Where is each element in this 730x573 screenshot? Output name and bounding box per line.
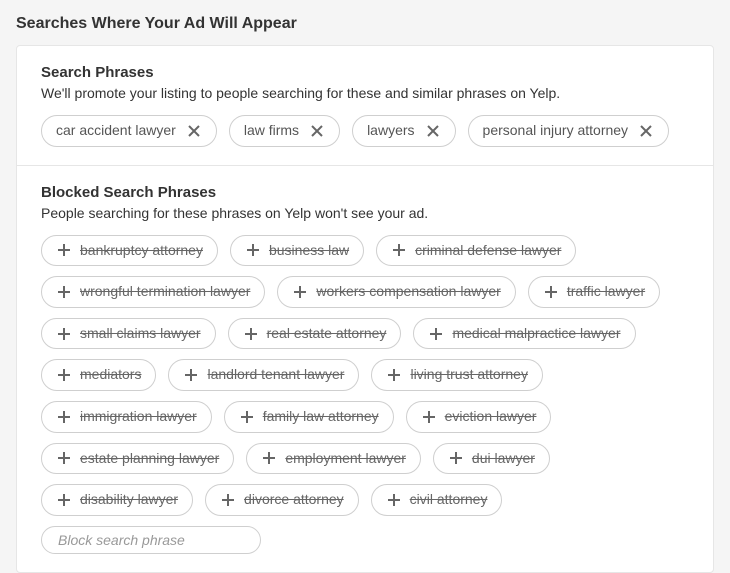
blocked-phrase-label: eviction lawyer [445,407,537,427]
blocked-phrase-label: living trust attorney [410,365,528,385]
blocked-phrase-label: landlord tenant lawyer [207,365,344,385]
blocked-phrase-label: dui lawyer [472,449,535,469]
blocked-phrases-chips: bankruptcy attorney business law criminal … [41,235,689,554]
plus-icon[interactable] [428,326,444,342]
search-phrases-chips: car accident lawyer law firms lawyers perso… [41,115,689,147]
search-phrase-chip[interactable]: car accident lawyer [41,115,217,147]
blocked-phrase-chip[interactable]: medical malpractice lawyer [413,318,635,350]
plus-icon[interactable] [292,284,308,300]
blocked-phrase-label: divorce attorney [244,490,344,510]
search-phrases-section: Search Phrases We'll promote your listin… [17,46,713,165]
blocked-phrase-chip[interactable]: business law [230,235,364,267]
blocked-phrase-label: immigration lawyer [80,407,197,427]
ad-search-card: Search Phrases We'll promote your listin… [16,45,714,573]
blocked-phrase-chip[interactable]: landlord tenant lawyer [168,359,359,391]
blocked-phrase-label: employment lawyer [285,449,406,469]
search-phrases-desc: We'll promote your listing to people sea… [41,85,689,101]
blocked-phrase-label: medical malpractice lawyer [452,324,620,344]
plus-icon[interactable] [386,492,402,508]
blocked-phrase-chip[interactable]: bankruptcy attorney [41,235,218,267]
plus-icon[interactable] [56,492,72,508]
blocked-phrase-chip[interactable]: workers compensation lawyer [277,276,515,308]
close-icon[interactable] [425,123,441,139]
blocked-phrases-section: Blocked Search Phrases People searching … [17,165,713,572]
plus-icon[interactable] [56,450,72,466]
plus-icon[interactable] [239,409,255,425]
plus-icon[interactable] [56,409,72,425]
blocked-phrase-chip[interactable]: traffic lawyer [528,276,660,308]
close-icon[interactable] [186,123,202,139]
blocked-phrase-chip[interactable]: civil attorney [371,484,503,516]
blocked-phrase-chip[interactable]: estate planning lawyer [41,443,234,475]
plus-icon[interactable] [261,450,277,466]
blocked-phrase-label: business law [269,241,349,261]
blocked-phrase-chip[interactable]: divorce attorney [205,484,359,516]
page-title: Searches Where Your Ad Will Appear [0,0,730,45]
blocked-phrase-chip[interactable]: employment lawyer [246,443,421,475]
blocked-phrase-chip[interactable]: criminal defense lawyer [376,235,576,267]
blocked-phrase-label: estate planning lawyer [80,449,219,469]
blocked-phrase-chip[interactable]: immigration lawyer [41,401,212,433]
blocked-phrase-chip[interactable]: living trust attorney [371,359,543,391]
plus-icon[interactable] [56,242,72,258]
blocked-phrase-label: civil attorney [410,490,488,510]
block-phrase-input[interactable] [58,532,244,548]
blocked-phrase-chip[interactable]: family law attorney [224,401,394,433]
search-phrase-chip[interactable]: lawyers [352,115,455,147]
block-phrase-input-chip[interactable] [41,526,261,554]
plus-icon[interactable] [543,284,559,300]
blocked-phrases-title: Blocked Search Phrases [41,184,689,201]
search-phrase-chip[interactable]: personal injury attorney [468,115,670,147]
close-icon[interactable] [638,123,654,139]
plus-icon[interactable] [243,326,259,342]
plus-icon[interactable] [56,326,72,342]
blocked-phrases-desc: People searching for these phrases on Ye… [41,205,689,221]
blocked-phrase-chip[interactable]: real estate attorney [228,318,402,350]
close-icon[interactable] [309,123,325,139]
search-phrase-label: lawyers [367,121,414,141]
blocked-phrase-chip[interactable]: mediators [41,359,156,391]
plus-icon[interactable] [245,242,261,258]
plus-icon[interactable] [386,367,402,383]
blocked-phrase-chip[interactable]: wrongful termination lawyer [41,276,265,308]
search-phrase-label: law firms [244,121,299,141]
blocked-phrase-chip[interactable]: small claims lawyer [41,318,216,350]
blocked-phrase-label: traffic lawyer [567,282,645,302]
plus-icon[interactable] [448,450,464,466]
search-phrase-label: car accident lawyer [56,121,176,141]
plus-icon[interactable] [56,367,72,383]
plus-icon[interactable] [183,367,199,383]
plus-icon[interactable] [391,242,407,258]
blocked-phrase-label: mediators [80,365,141,385]
search-phrase-label: personal injury attorney [483,121,629,141]
blocked-phrase-label: criminal defense lawyer [415,241,561,261]
blocked-phrase-label: wrongful termination lawyer [80,282,250,302]
search-phrase-chip[interactable]: law firms [229,115,340,147]
blocked-phrase-label: small claims lawyer [80,324,201,344]
plus-icon[interactable] [220,492,236,508]
blocked-phrase-label: family law attorney [263,407,379,427]
search-phrases-title: Search Phrases [41,64,689,81]
blocked-phrase-label: bankruptcy attorney [80,241,203,261]
blocked-phrase-label: disability lawyer [80,490,178,510]
blocked-phrase-chip[interactable]: disability lawyer [41,484,193,516]
plus-icon[interactable] [421,409,437,425]
plus-icon[interactable] [56,284,72,300]
blocked-phrase-chip[interactable]: eviction lawyer [406,401,552,433]
blocked-phrase-label: real estate attorney [267,324,387,344]
blocked-phrase-label: workers compensation lawyer [316,282,500,302]
blocked-phrase-chip[interactable]: dui lawyer [433,443,550,475]
